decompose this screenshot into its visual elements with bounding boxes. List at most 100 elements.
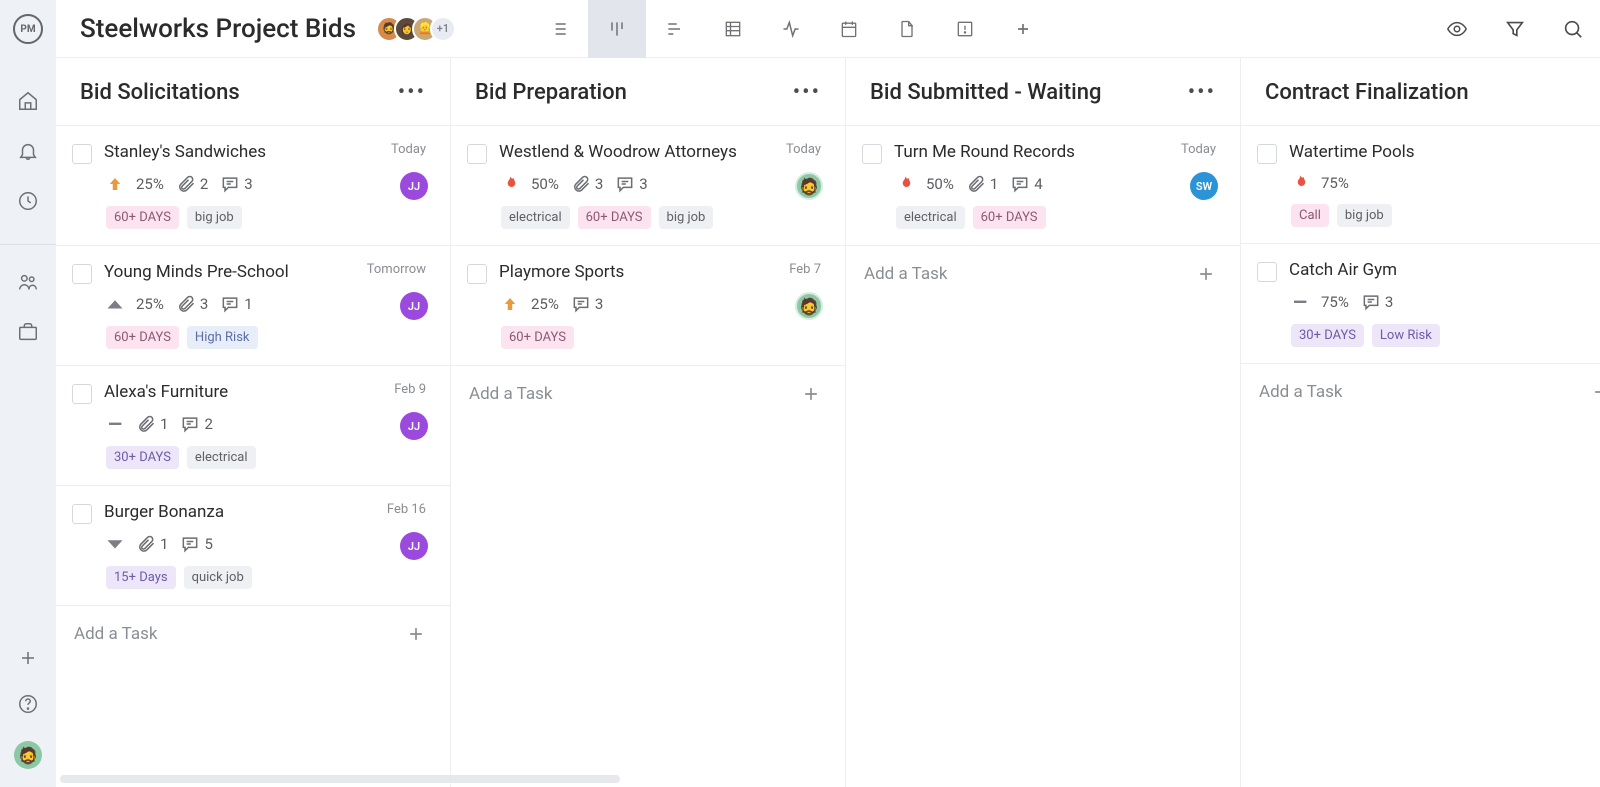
comment-count: 5: [204, 535, 212, 553]
add-view-icon[interactable]: [994, 0, 1052, 58]
help-icon[interactable]: [17, 693, 39, 715]
assignee-avatar[interactable]: JJ: [400, 292, 428, 320]
column-menu-icon[interactable]: •••: [398, 88, 426, 98]
task-checkbox[interactable]: [1257, 144, 1277, 164]
assignee-avatar[interactable]: SW: [1190, 172, 1218, 200]
people-icon[interactable]: [17, 271, 39, 293]
add-task-button[interactable]: Add a Task: [846, 245, 1240, 302]
task-card[interactable]: Westlend & Woodrow Attorneys Today 50%33…: [451, 125, 845, 245]
column-menu-icon[interactable]: •••: [793, 88, 821, 98]
tag[interactable]: big job: [659, 206, 714, 229]
task-checkbox[interactable]: [72, 504, 92, 524]
task-card[interactable]: Stanley's Sandwiches Today 25%23 JJ 60+ …: [56, 125, 450, 245]
assignee-avatar[interactable]: 🧔: [795, 292, 823, 320]
user-avatar[interactable]: 🧔: [14, 741, 42, 769]
task-checkbox[interactable]: [862, 144, 882, 164]
board-column: Bid Solicitations••• Stanley's Sandwiche…: [56, 58, 451, 787]
tag[interactable]: Call: [1291, 204, 1329, 227]
dash-icon: —: [106, 415, 124, 433]
briefcase-icon[interactable]: [17, 321, 39, 343]
task-card[interactable]: Young Minds Pre-School Tomorrow 25%31 JJ…: [56, 245, 450, 365]
calendar-view-icon[interactable]: [820, 0, 878, 58]
member-avatars[interactable]: 🧔 👩 👱 +1: [376, 16, 456, 42]
board-column: Bid Submitted - Waiting••• Turn Me Round…: [846, 58, 1241, 787]
tag[interactable]: electrical: [501, 206, 570, 229]
tag[interactable]: 60+ DAYS: [106, 326, 179, 349]
board-column: Contract Finalization Watertime Pools 75…: [1241, 58, 1600, 787]
tag[interactable]: 60+ DAYS: [973, 206, 1046, 229]
task-card[interactable]: Catch Air Gym —75%3 30+ DAYSLow Risk: [1241, 243, 1600, 363]
assignee-avatar[interactable]: JJ: [400, 532, 428, 560]
tag[interactable]: big job: [187, 206, 242, 229]
column-title: Bid Preparation: [475, 80, 627, 105]
bell-icon[interactable]: [17, 140, 39, 162]
clock-icon[interactable]: [17, 190, 39, 212]
progress-percent: 50%: [531, 175, 559, 193]
nav-rail: PM 🧔: [0, 0, 56, 787]
paperclip-icon: [136, 414, 156, 434]
tag[interactable]: 60+ DAYS: [578, 206, 651, 229]
task-title: Alexa's Furniture: [104, 382, 382, 402]
task-card[interactable]: Alexa's Furniture Feb 9 —12 JJ 30+ DAYSe…: [56, 365, 450, 485]
task-checkbox[interactable]: [72, 384, 92, 404]
task-title: Catch Air Gym: [1289, 260, 1600, 280]
progress-percent: 25%: [136, 175, 164, 193]
task-title: Playmore Sports: [499, 262, 777, 282]
task-checkbox[interactable]: [72, 264, 92, 284]
tag[interactable]: quick job: [184, 566, 252, 589]
tag[interactable]: electrical: [896, 206, 965, 229]
task-checkbox[interactable]: [72, 144, 92, 164]
tag[interactable]: 15+ Days: [106, 566, 176, 589]
tag[interactable]: 60+ DAYS: [501, 326, 574, 349]
risk-view-icon[interactable]: [936, 0, 994, 58]
task-card[interactable]: Burger Bonanza Feb 16 15 JJ 15+ Daysquic…: [56, 485, 450, 605]
comment-icon: [180, 534, 200, 554]
tag[interactable]: big job: [1337, 204, 1392, 227]
eye-icon[interactable]: [1446, 18, 1468, 40]
task-checkbox[interactable]: [1257, 262, 1277, 282]
assignee-avatar[interactable]: JJ: [400, 412, 428, 440]
attachment-count: 1: [160, 535, 168, 553]
file-view-icon[interactable]: [878, 0, 936, 58]
tag[interactable]: 30+ DAYS: [1291, 324, 1364, 347]
progress-percent: 50%: [926, 175, 954, 193]
activity-view-icon[interactable]: [762, 0, 820, 58]
task-card[interactable]: Turn Me Round Records Today 50%14 SW ele…: [846, 125, 1240, 245]
board-view-icon[interactable]: [588, 0, 646, 58]
tag[interactable]: High Risk: [187, 326, 258, 349]
tag[interactable]: 30+ DAYS: [106, 446, 179, 469]
attachment-count: 1: [990, 175, 998, 193]
tag[interactable]: Low Risk: [1372, 324, 1440, 347]
due-date: Today: [391, 142, 426, 157]
add-task-button[interactable]: Add a Task: [56, 605, 450, 662]
assignee-avatar[interactable]: 🧔: [795, 172, 823, 200]
assignee-avatar[interactable]: JJ: [400, 172, 428, 200]
comment-icon: [615, 174, 635, 194]
comment-icon: [1361, 292, 1381, 312]
table-view-icon[interactable]: [704, 0, 762, 58]
task-title: Stanley's Sandwiches: [104, 142, 379, 162]
task-checkbox[interactable]: [467, 264, 487, 284]
fire-icon: [1291, 174, 1309, 192]
tag[interactable]: 60+ DAYS: [106, 206, 179, 229]
filter-icon[interactable]: [1504, 18, 1526, 40]
tag[interactable]: electrical: [187, 446, 256, 469]
list-view-icon[interactable]: [530, 0, 588, 58]
comment-icon: [180, 414, 200, 434]
column-menu-icon[interactable]: •••: [1188, 88, 1216, 98]
task-card[interactable]: Watertime Pools 75% Callbig job: [1241, 125, 1600, 243]
task-title: Turn Me Round Records: [894, 142, 1169, 162]
add-task-button[interactable]: Add a Task: [451, 365, 845, 422]
horizontal-scrollbar[interactable]: [60, 775, 620, 783]
due-date: Today: [786, 142, 821, 157]
add-task-button[interactable]: Add a Task: [1241, 363, 1600, 420]
app-logo[interactable]: PM: [13, 14, 43, 44]
gantt-view-icon[interactable]: [646, 0, 704, 58]
plus-icon: [801, 384, 821, 404]
home-icon[interactable]: [17, 90, 39, 112]
search-icon[interactable]: [1562, 18, 1584, 40]
task-checkbox[interactable]: [467, 144, 487, 164]
plus-icon[interactable]: [19, 649, 37, 667]
task-card[interactable]: Playmore Sports Feb 7 25%3 🧔 60+ DAYS: [451, 245, 845, 365]
plus-icon: [1591, 382, 1600, 402]
